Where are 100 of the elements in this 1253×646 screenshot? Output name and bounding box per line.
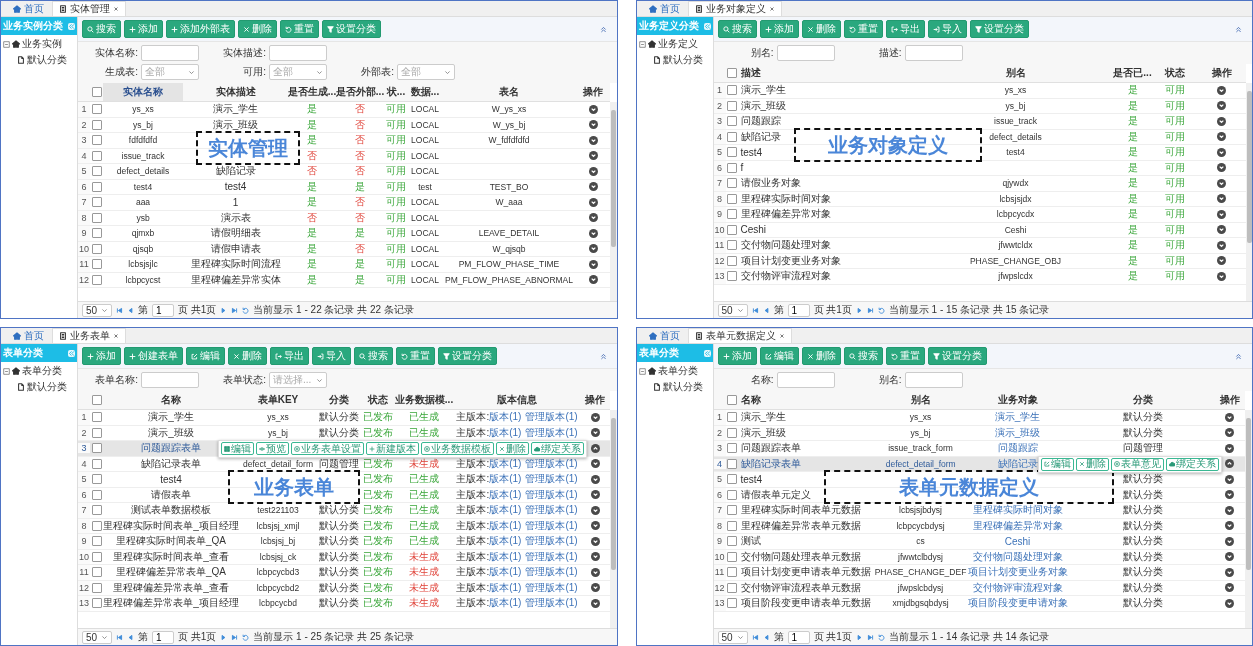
last-page-icon[interactable] — [231, 633, 239, 641]
refresh-icon[interactable] — [242, 633, 250, 641]
minus-box-icon[interactable] — [3, 40, 10, 48]
tree-item[interactable]: 默认分类 — [27, 380, 67, 394]
chevron-down-icon[interactable] — [1225, 428, 1234, 438]
last-page-icon[interactable] — [866, 633, 874, 641]
tab[interactable]: 首页 — [642, 329, 686, 343]
checkbox[interactable] — [727, 147, 737, 158]
chevron-down-icon[interactable] — [1217, 240, 1226, 250]
chevron-down-icon[interactable] — [1225, 552, 1234, 562]
table-row[interactable]: 1 演示_学生 ys_xs 默认分类 已发布 已生成 主版本:版本(1) 管理版本(1) — [78, 410, 610, 426]
version-link[interactable]: 管理版本(1) — [525, 456, 578, 471]
scrollbar[interactable] — [1245, 410, 1252, 628]
checkbox[interactable] — [727, 209, 737, 220]
chevron-down-icon[interactable] — [588, 259, 598, 269]
checkbox[interactable] — [727, 520, 737, 531]
checkbox[interactable] — [727, 240, 737, 251]
version-link[interactable]: 版本(1) — [489, 503, 522, 518]
table-row[interactable]: 9 测试 cs Ceshi 默认分类 — [713, 534, 1245, 550]
chevron-down-icon[interactable] — [1217, 194, 1226, 204]
version-link[interactable]: 版本(1) — [489, 472, 522, 487]
version-link[interactable]: 版本(1) — [489, 596, 522, 611]
chevron-down-icon[interactable] — [1217, 225, 1226, 235]
chevron-down-icon[interactable] — [588, 120, 598, 130]
column-header[interactable]: 实体描述 — [183, 83, 288, 101]
column-header[interactable]: 是否已... — [1112, 64, 1153, 82]
version-link[interactable]: 版本(1) — [489, 410, 522, 425]
action-button[interactable]: 编辑 — [1041, 457, 1074, 471]
chevron-down-icon[interactable] — [1225, 474, 1234, 484]
checkbox[interactable] — [727, 255, 737, 266]
checkbox[interactable] — [727, 582, 737, 593]
column-header[interactable]: 业务数据模... — [394, 391, 454, 409]
chevron-down-icon[interactable] — [590, 428, 600, 438]
chevron-down-icon[interactable] — [1225, 521, 1234, 531]
chevron-down-icon[interactable] — [588, 197, 598, 207]
page-size-select[interactable]: 50 — [717, 630, 748, 644]
checkbox[interactable] — [91, 87, 102, 97]
chevron-up-icon[interactable] — [1225, 459, 1235, 469]
chevron-down-icon[interactable] — [590, 567, 600, 577]
version-link[interactable]: 版本(1) — [489, 534, 522, 549]
action-button[interactable]: 删除 — [1076, 457, 1109, 471]
previous-page-icon[interactable] — [762, 306, 770, 314]
checkbox[interactable] — [727, 131, 737, 142]
table-row[interactable]: 3 问题跟踪表单 编辑 预览 业务表单设置 新建版本 业务数据模板 删除 绑定关系 — [78, 441, 610, 457]
chevron-down-icon[interactable] — [588, 135, 598, 145]
checkbox[interactable] — [91, 181, 102, 192]
checkbox[interactable] — [727, 100, 737, 111]
chevron-down-icon[interactable] — [1225, 412, 1234, 422]
checkbox[interactable] — [727, 458, 738, 469]
chevron-up-icon[interactable] — [590, 443, 600, 453]
column-header[interactable]: 表单KEY — [239, 391, 317, 409]
column-header[interactable]: 分类 — [1070, 391, 1215, 409]
column-header[interactable]: 版本信息 — [454, 391, 580, 409]
tree-item[interactable]: 默认分类 — [662, 380, 703, 394]
column-header[interactable]: 操作 — [1197, 64, 1246, 82]
table-row[interactable]: 3 问题跟踪表单 issue_track_form 问题跟踪 问题管理 — [713, 441, 1245, 457]
column-header[interactable]: 业务对象 — [964, 391, 1071, 409]
table-row[interactable]: 7 请假业务对象 qjywdx 是 可用 — [713, 176, 1246, 192]
scrollbar[interactable] — [610, 410, 617, 628]
first-page-icon[interactable] — [751, 306, 759, 314]
version-link[interactable]: 管理版本(1) — [525, 518, 578, 533]
tab[interactable]: 首页 — [7, 329, 50, 343]
object-link[interactable]: 项目阶段变更申请对象 — [964, 596, 1071, 611]
checkbox[interactable] — [91, 119, 102, 130]
version-link[interactable]: 管理版本(1) — [525, 503, 578, 518]
checkbox[interactable] — [91, 135, 102, 146]
version-link[interactable]: 版本(1) — [489, 565, 522, 580]
page-size-select[interactable]: 50 — [82, 303, 112, 317]
column-header[interactable]: 实体名称 — [103, 83, 183, 101]
table-row[interactable]: 11 交付物问题处理对象 jfwwtcldx 是 可用 — [713, 238, 1246, 254]
checkbox[interactable] — [727, 224, 737, 235]
chevron-down-icon[interactable] — [1225, 567, 1234, 577]
chevron-down-icon[interactable] — [1217, 101, 1226, 111]
chevron-down-icon[interactable] — [590, 552, 600, 562]
checkbox[interactable] — [727, 271, 737, 282]
checkbox[interactable] — [727, 68, 737, 78]
chevron-down-icon[interactable] — [1217, 256, 1226, 266]
column-header[interactable]: 数据... — [408, 83, 442, 101]
checkbox[interactable] — [727, 116, 737, 127]
table-row[interactable]: 11 里程碑偏差异常表单_QA lcbpcycbd3 默认分类 已发布 未生成 主版本:版本(1) 管理版本(1) — [78, 565, 610, 581]
chevron-down-icon[interactable] — [1225, 443, 1234, 453]
chevron-down-icon[interactable] — [1217, 178, 1226, 188]
object-link[interactable]: 演示_学生 — [964, 410, 1071, 425]
action-button[interactable]: 业务数据模板 — [421, 442, 494, 456]
checkbox[interactable] — [91, 197, 102, 208]
column-header[interactable]: 别名 — [876, 391, 965, 409]
close-icon[interactable] — [778, 333, 785, 339]
first-page-icon[interactable] — [116, 306, 123, 314]
column-header[interactable]: 分类 — [317, 391, 361, 409]
checkbox[interactable] — [91, 536, 102, 547]
checkbox[interactable] — [91, 212, 102, 223]
action-button[interactable]: 新建版本 — [366, 442, 419, 456]
checkbox[interactable] — [91, 243, 102, 254]
action-button[interactable]: 编辑 — [221, 442, 254, 456]
text-field[interactable] — [904, 372, 963, 388]
checkbox[interactable] — [91, 274, 102, 285]
next-page-icon[interactable] — [855, 306, 863, 314]
first-page-icon[interactable] — [116, 633, 123, 641]
column-header[interactable]: 操作 — [576, 83, 610, 101]
version-link[interactable]: 管理版本(1) — [525, 596, 578, 611]
